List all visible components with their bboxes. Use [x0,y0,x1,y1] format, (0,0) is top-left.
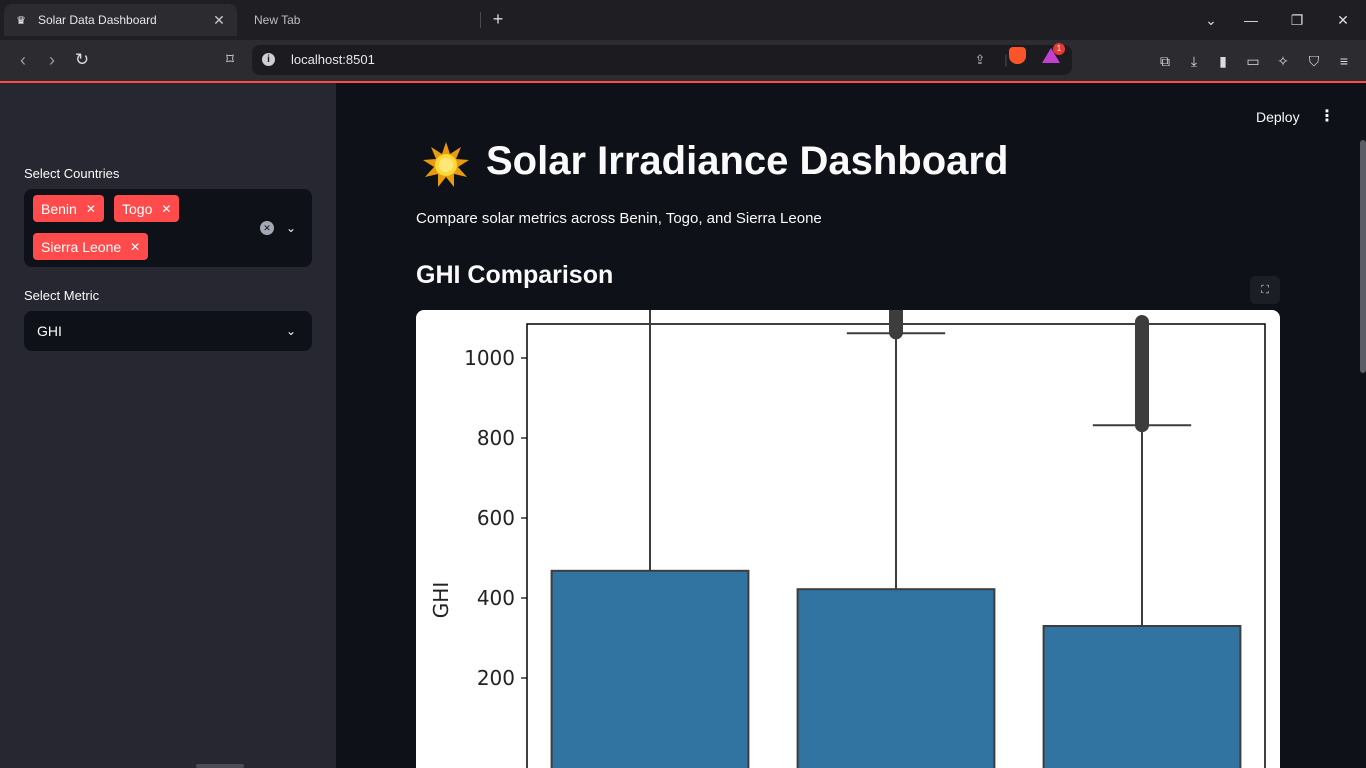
tab-solar-dashboard[interactable]: ♛ Solar Data Dashboard ✕ [4,4,237,36]
reload-button[interactable]: ↻ [69,48,95,74]
box [1042,625,1242,768]
y-axis-label: GHI [429,582,453,618]
tab-new-tab[interactable]: New Tab [242,4,478,36]
chip-label: Sierra Leone [41,238,122,255]
page-title: Solar Irradiance Dashboard [486,139,1009,183]
tab-search-chevron-icon[interactable]: ⌄ [1197,6,1225,34]
remove-chip-icon[interactable]: ✕ [86,202,96,216]
rewards-badge: 1 [1053,43,1065,55]
chevron-down-icon[interactable]: ⌄ [284,324,298,338]
browser-toolbar: ‹ › ↻ ⌑ i localhost:8501 ⇪ | 1 ⧉ ⤓ ▮ ▭ ✧… [0,40,1366,81]
tab-title: Solar Data Dashboard [38,13,157,27]
ghi-boxplot: 20040060080010001200GHI [429,310,1266,768]
browser-tab-bar: ♛ Solar Data Dashboard ✕ New Tab + ⌄ — ❐… [0,0,1366,40]
site-info-icon[interactable]: i [262,53,275,66]
metric-value: GHI [37,323,62,339]
back-button[interactable]: ‹ [10,48,36,74]
y-tick-label: 1000 [464,346,515,370]
clear-all-icon[interactable]: ✕ [260,221,274,235]
box [796,588,996,768]
country-chip-sierra-leone[interactable]: Sierra Leone ✕ [33,233,149,260]
countries-label: Select Countries [24,166,120,181]
chevron-down-icon[interactable]: ⌄ [284,221,298,235]
main-scrollbar[interactable] [1360,140,1366,373]
restore-button[interactable]: ❐ [1283,6,1311,34]
new-tab-button[interactable]: + [486,8,510,32]
close-tab-icon[interactable]: ✕ [211,12,227,29]
sidebar-scrollbar[interactable] [196,764,244,768]
tab-separator [480,12,481,28]
chip-label: Togo [122,200,153,217]
sidebar-toggle-icon[interactable]: ▮ [1212,50,1234,72]
streamlit-favicon-icon: ♛ [16,14,26,27]
forward-button[interactable]: › [39,48,65,74]
section-title: GHI Comparison [416,261,614,289]
wallet-icon[interactable]: ▭ [1242,50,1264,72]
sidebar: Select Countries Benin ✕ Togo ✕ Sierra L… [0,83,336,768]
url-text[interactable]: localhost:8501 [291,52,375,67]
remove-chip-icon[interactable]: ✕ [130,240,140,254]
leo-ai-icon[interactable]: ✧ [1272,50,1294,72]
fullscreen-icon[interactable]: ⛶ [1250,276,1280,304]
share-icon[interactable]: ⇪ [970,51,990,71]
metric-select[interactable]: GHI ⌄ [24,311,312,351]
main-content: Deploy ⋮ Solar Irradiance Dashboard Comp… [336,83,1366,768]
y-tick-label: 800 [477,426,515,450]
country-chip-togo[interactable]: Togo ✕ [114,195,180,222]
chart-card: 20040060080010001200GHI [416,310,1280,768]
country-chip-benin[interactable]: Benin ✕ [33,195,104,222]
y-tick-label: 600 [477,506,515,530]
extensions-icon[interactable]: ⧉ [1154,50,1176,72]
y-tick-label: 400 [477,586,515,610]
countries-multiselect[interactable]: Benin ✕ Togo ✕ Sierra Leone ✕ ✕ ⌄ [24,189,312,267]
minimize-button[interactable]: — [1237,6,1265,34]
vpn-icon[interactable]: ⛉ [1303,50,1325,72]
downloads-icon[interactable]: ⤓ [1183,50,1205,72]
sun-icon [423,142,469,187]
address-bar[interactable]: i localhost:8501 ⇪ | [252,45,1072,75]
deploy-button[interactable]: Deploy [1256,109,1300,125]
remove-chip-icon[interactable]: ✕ [161,202,171,216]
menu-icon[interactable]: ≡ [1333,50,1355,72]
metric-label: Select Metric [24,288,100,303]
bookmark-icon[interactable]: ⌑ [217,48,243,74]
brave-shields-icon[interactable] [1009,47,1026,64]
chip-label: Benin [41,200,77,217]
y-tick-label: 200 [477,666,515,690]
box [550,569,750,768]
tab-title: New Tab [254,13,301,27]
page-subtitle: Compare solar metrics across Benin, Togo… [416,210,822,227]
close-window-button[interactable]: ✕ [1329,6,1357,34]
main-menu-icon[interactable]: ⋮ [1319,107,1335,127]
